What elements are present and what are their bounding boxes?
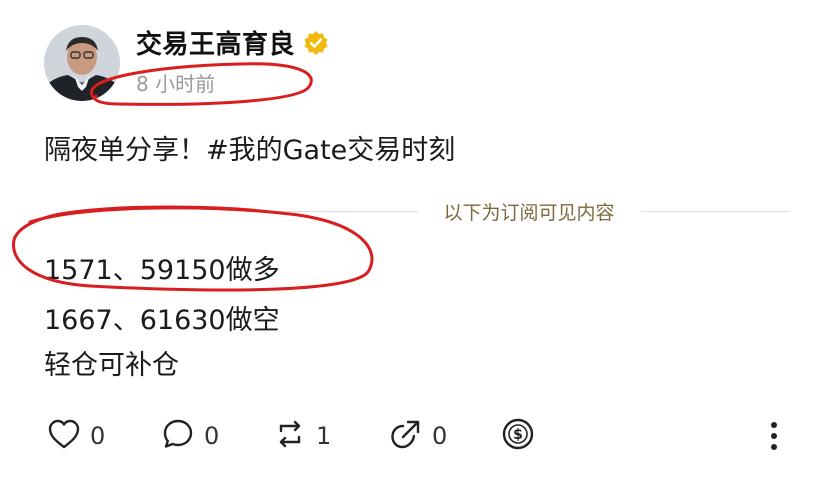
share-count: 0 xyxy=(432,422,448,450)
author-name[interactable]: 交易王高育良 xyxy=(136,24,295,61)
subscription-divider-label: 以下为订阅可见内容 xyxy=(443,201,615,224)
more-options-button[interactable] xyxy=(756,416,792,456)
more-vertical-icon xyxy=(756,422,792,460)
post-actions: 0 0 1 0 $ xyxy=(0,410,828,460)
comment-count: 0 xyxy=(204,422,220,450)
svg-text:$: $ xyxy=(513,427,523,443)
tip-button[interactable]: $ xyxy=(500,416,536,456)
divider-line-left xyxy=(268,210,418,212)
content-line-2: 1667、61630做空 xyxy=(44,305,280,336)
heart-icon xyxy=(46,416,82,456)
repost-icon xyxy=(272,416,308,456)
content-line-1: 1571、59150做多 xyxy=(44,255,280,286)
like-button[interactable]: 0 xyxy=(46,416,105,456)
comment-button[interactable]: 0 xyxy=(160,416,219,456)
subscription-divider: 以下为订阅可见内容 xyxy=(268,196,791,226)
divider-line-right xyxy=(640,210,791,212)
repost-button[interactable]: 1 xyxy=(272,416,331,456)
avatar-image xyxy=(44,25,120,101)
dollar-coin-icon: $ xyxy=(500,416,536,456)
post-text: 隔夜单分享！#我的Gate交易时刻 xyxy=(44,135,456,166)
content-line-3: 轻仓可补仓 xyxy=(44,350,179,381)
comment-icon xyxy=(160,416,196,456)
like-count: 0 xyxy=(90,422,106,450)
avatar[interactable] xyxy=(44,25,120,101)
share-icon xyxy=(388,416,424,456)
share-button[interactable]: 0 xyxy=(388,416,447,456)
author-row: 交易王高育良 xyxy=(136,24,329,61)
post-time: 8 小时前 xyxy=(136,72,216,96)
verified-badge-icon xyxy=(303,30,329,56)
repost-count: 1 xyxy=(316,422,332,450)
